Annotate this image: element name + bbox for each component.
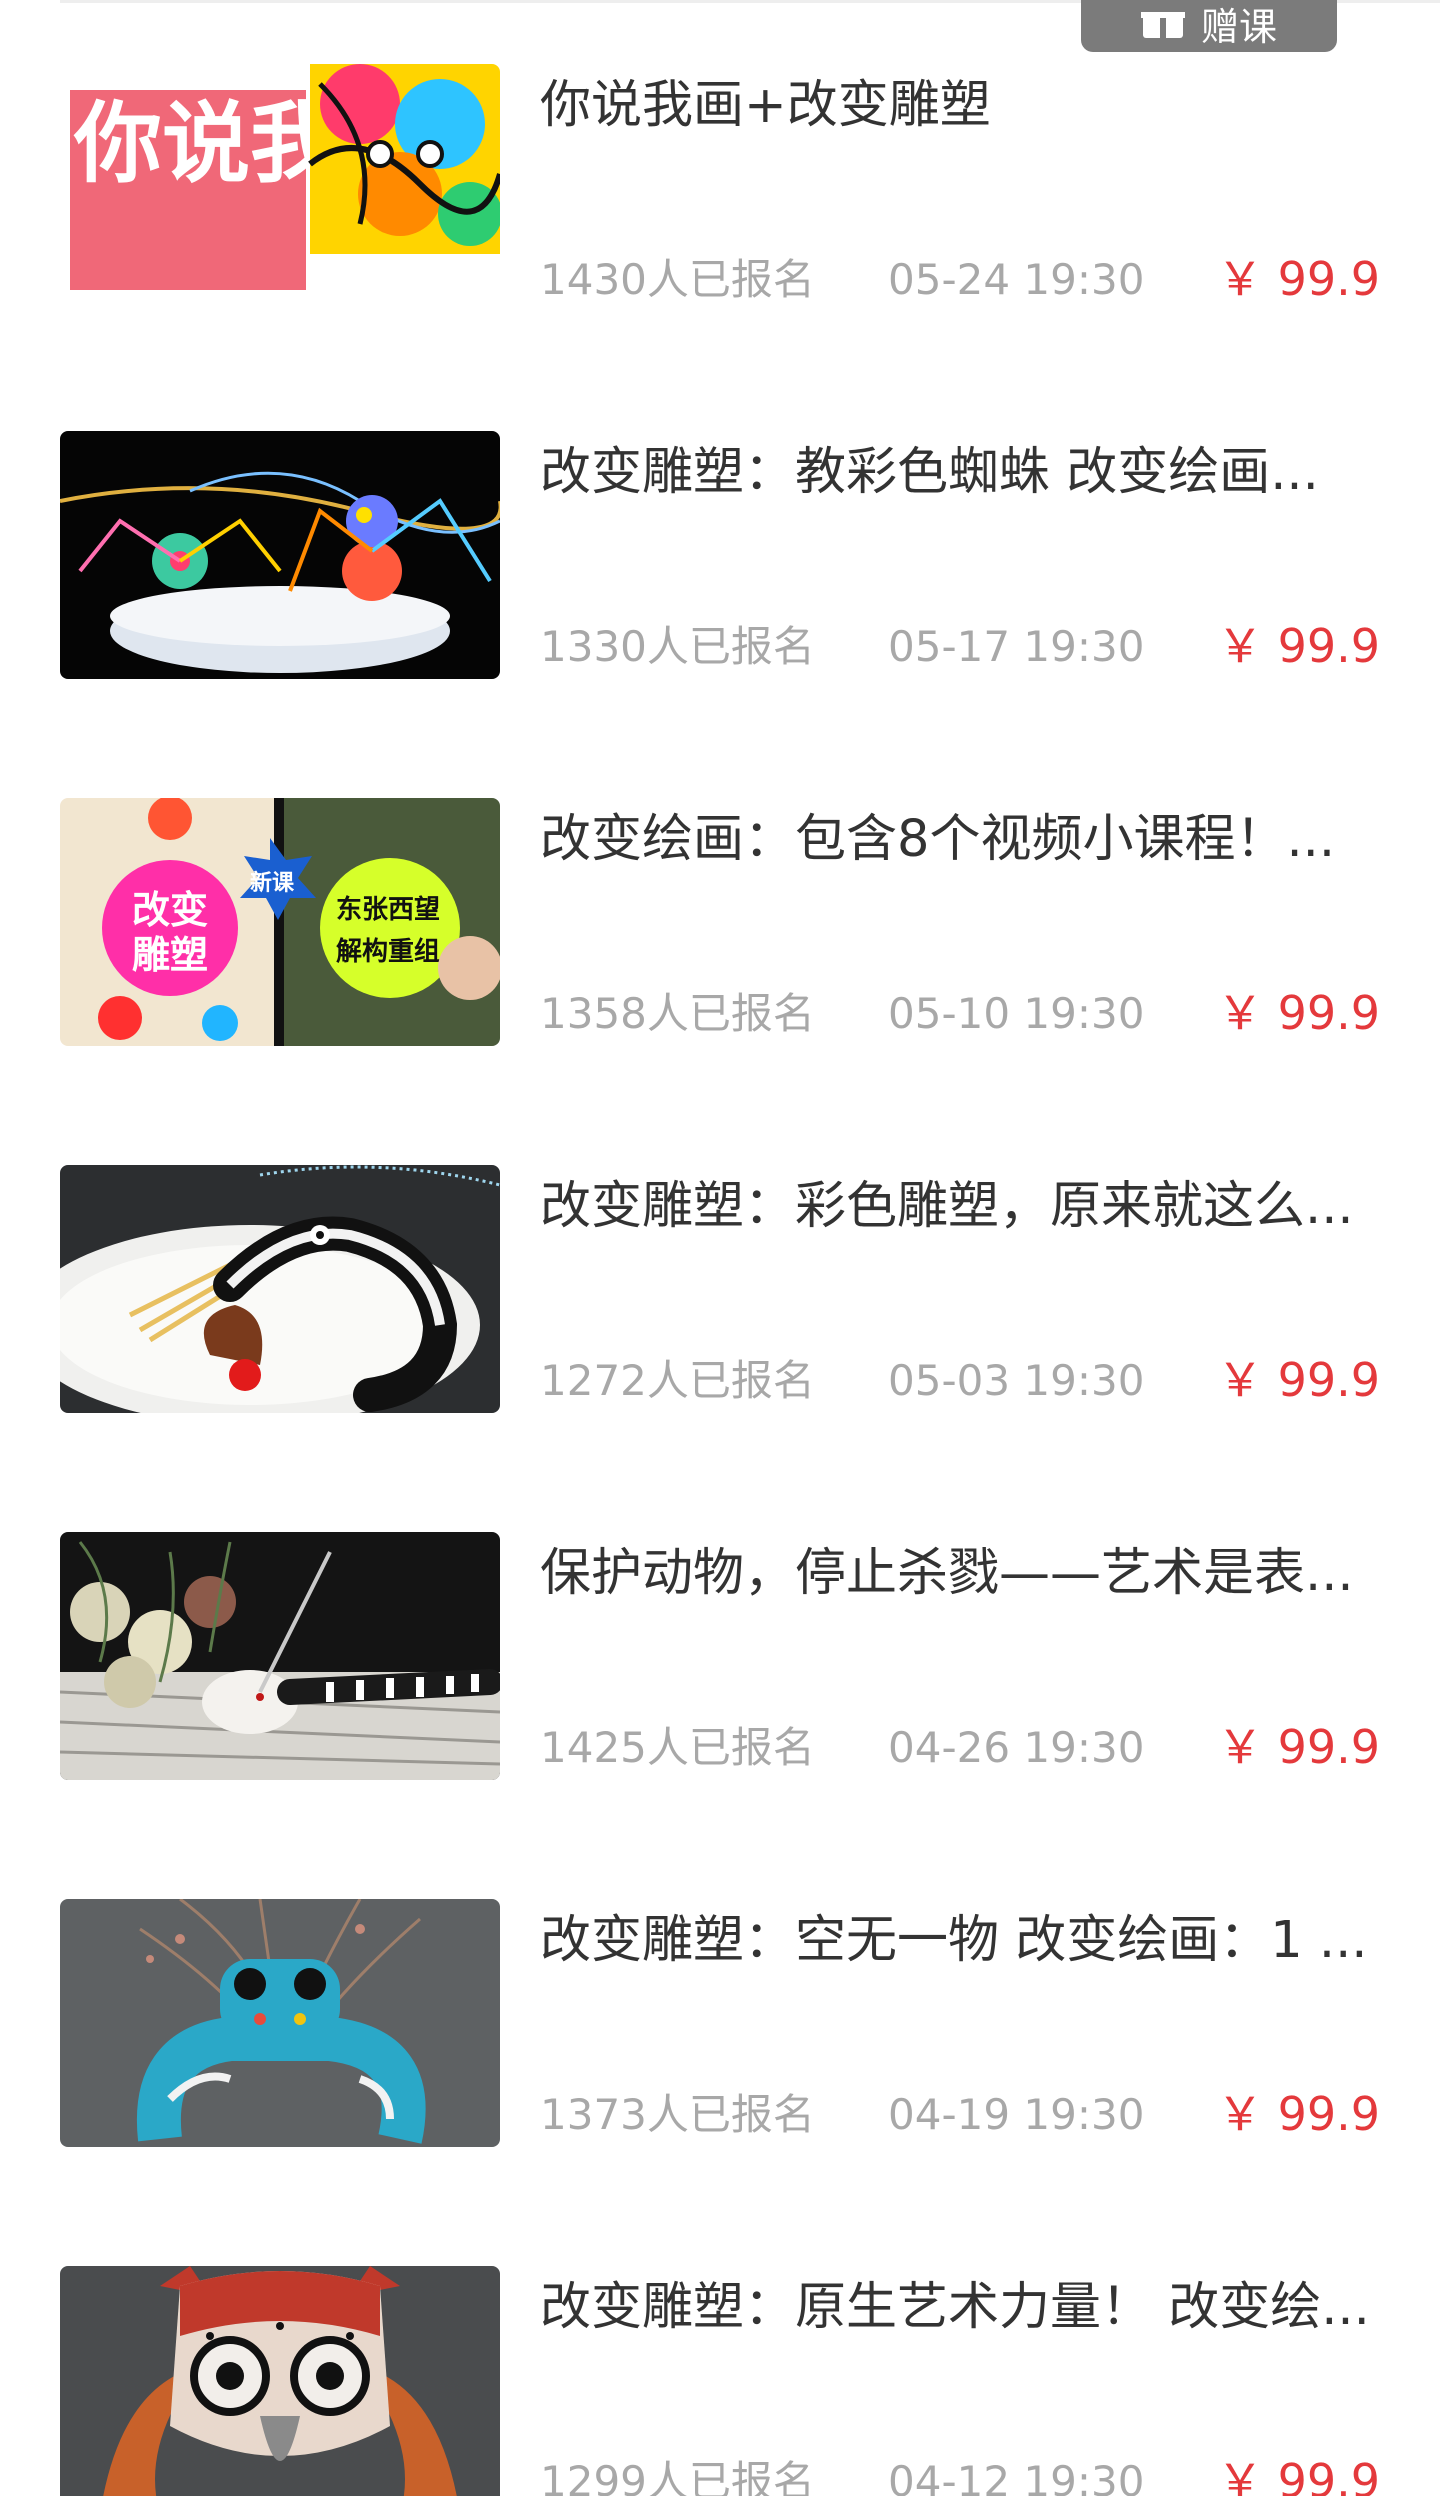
course-item[interactable]: 改变雕塑：教彩色蜘蛛 改变绘画... 1330人已报名 05-17 19:30 …	[0, 431, 1440, 679]
thumbnail-colorful-sculpture	[60, 1165, 500, 1413]
course-price: ￥ 99.9	[1216, 2454, 1380, 2496]
course-price: ￥ 99.9	[1216, 619, 1380, 673]
course-item[interactable]: 改变雕塑：彩色雕塑，原来就这么... 1272人已报名 05-03 19:30 …	[0, 1165, 1440, 1413]
gift-course-label: 赠课	[1200, 4, 1277, 49]
thumbnail-change-painting: 改变 雕塑 新课 东张西望 解构重组	[60, 798, 500, 1046]
course-time: 04-19 19:30	[888, 2090, 1145, 2139]
thumb-label-dongzhang: 东张西望	[336, 894, 440, 925]
thumbnail-colorful-spider	[60, 431, 500, 679]
course-item[interactable]: 改变雕塑：原生艺术力量！ 改变绘... 1299人已报名 04-12 19:30…	[0, 2266, 1440, 2496]
course-time: 05-24 19:30	[888, 255, 1145, 304]
course-title[interactable]: 改变雕塑：彩色雕塑，原来就这么...	[540, 1175, 1380, 1239]
course-price: ￥ 99.9	[1216, 252, 1380, 306]
course-thumbnail[interactable]: 你说我画	[60, 64, 500, 312]
course-thumbnail[interactable]	[60, 1899, 500, 2147]
course-item[interactable]: 改变 雕塑 新课 东张西望 解构重组 改变绘画：包含8个视频小课程！... 13…	[0, 798, 1440, 1046]
course-title[interactable]: 改变雕塑：空无一物 改变绘画：1 ...	[540, 1909, 1380, 1973]
course-thumbnail[interactable]	[60, 2266, 500, 2496]
enrolled-count: 1430人已报名	[540, 255, 815, 304]
course-item[interactable]: 改变雕塑：空无一物 改变绘画：1 ... 1373人已报名 04-19 19:3…	[0, 1899, 1440, 2147]
gift-icon	[1140, 6, 1185, 40]
course-title[interactable]: 改变雕塑：教彩色蜘蛛 改变绘画...	[540, 441, 1380, 505]
course-item[interactable]: 保护动物，停止杀戮——艺术是表... 1425人已报名 04-26 19:30 …	[0, 1532, 1440, 1780]
course-thumbnail[interactable]	[60, 1532, 500, 1780]
enrolled-count: 1272人已报名	[540, 1356, 815, 1405]
course-thumbnail[interactable]	[60, 1165, 500, 1413]
course-list-page: 你说我画 你说我画+改变雕塑 1430人已报名 05-24 19:30 ￥ 99…	[0, 0, 1440, 2496]
course-price: ￥ 99.9	[1216, 1353, 1380, 1407]
gift-course-button[interactable]: 赠课	[1081, 0, 1337, 52]
thumbnail-you-say-i-draw: 你说我画	[60, 64, 500, 312]
course-title[interactable]: 你说我画+改变雕塑	[540, 74, 1380, 138]
course-time: 05-03 19:30	[888, 1356, 1145, 1405]
thumbnail-raw-art-power	[60, 2266, 500, 2496]
enrolled-count: 1425人已报名	[540, 1723, 815, 1772]
course-thumbnail[interactable]	[60, 431, 500, 679]
course-title[interactable]: 改变雕塑：原生艺术力量！ 改变绘...	[540, 2276, 1380, 2340]
enrolled-count: 1330人已报名	[540, 622, 815, 671]
thumb-label-new-course: 新课	[250, 870, 295, 896]
course-price: ￥ 99.9	[1216, 986, 1380, 1040]
thumbnail-empty-nothing	[60, 1899, 500, 2147]
course-time: 05-10 19:30	[888, 989, 1145, 1038]
course-time: 04-26 19:30	[888, 1723, 1145, 1772]
thumb-label-gaibian: 改变	[132, 888, 208, 932]
course-time: 04-12 19:30	[888, 2457, 1145, 2496]
course-list: 你说我画 你说我画+改变雕塑 1430人已报名 05-24 19:30 ￥ 99…	[0, 0, 1440, 2496]
course-title[interactable]: 改变绘画：包含8个视频小课程！...	[540, 808, 1380, 872]
enrolled-count: 1358人已报名	[540, 989, 815, 1038]
course-title[interactable]: 保护动物，停止杀戮——艺术是表...	[540, 1542, 1380, 1606]
course-thumbnail[interactable]: 改变 雕塑 新课 东张西望 解构重组	[60, 798, 500, 1046]
course-item[interactable]: 你说我画 你说我画+改变雕塑 1430人已报名 05-24 19:30 ￥ 99…	[0, 64, 1440, 312]
thumbnail-protect-animals	[60, 1532, 500, 1780]
course-price: ￥ 99.9	[1216, 2087, 1380, 2141]
thumb-label-diaosu: 雕塑	[132, 933, 208, 977]
course-price: ￥ 99.9	[1216, 1720, 1380, 1774]
thumb-label-jiegou: 解构重组	[336, 936, 440, 967]
enrolled-count: 1373人已报名	[540, 2090, 815, 2139]
enrolled-count: 1299人已报名	[540, 2457, 815, 2496]
course-time: 05-17 19:30	[888, 622, 1145, 671]
